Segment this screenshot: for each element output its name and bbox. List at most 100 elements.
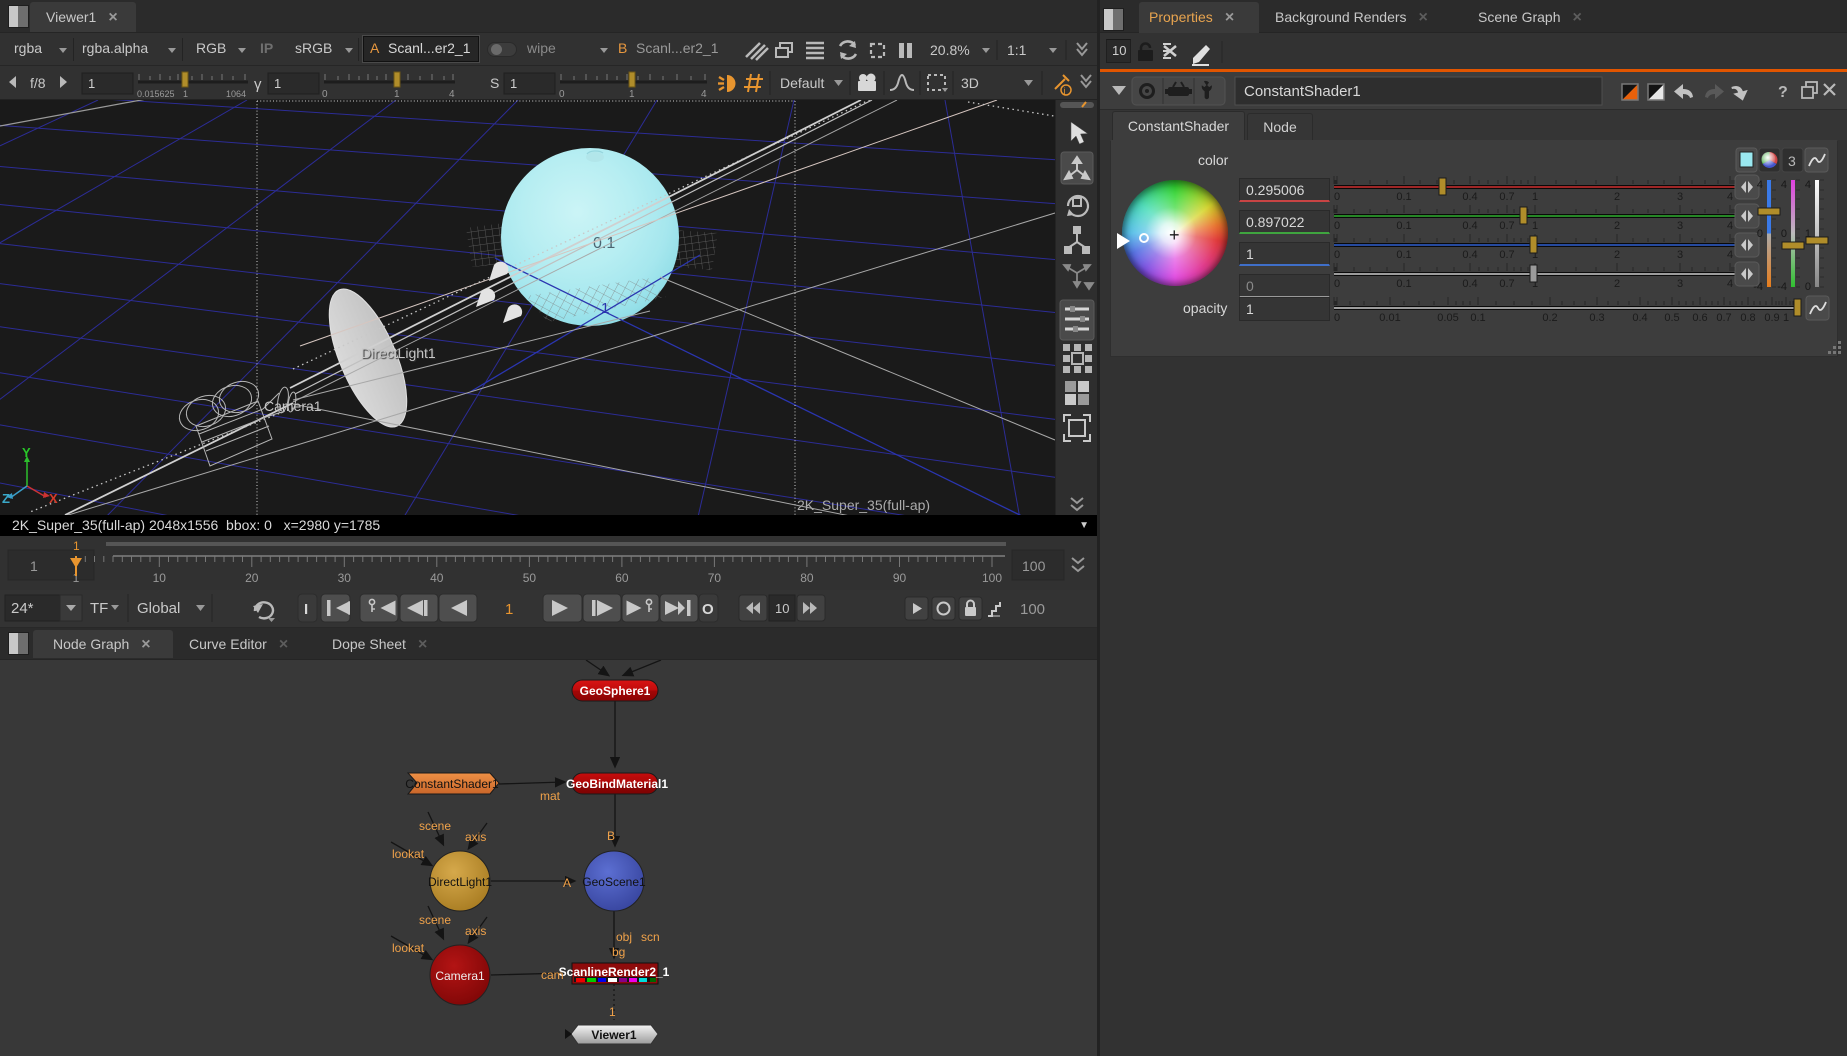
svg-text:GeoBindMaterial1: GeoBindMaterial1 bbox=[566, 777, 668, 791]
svg-text:4: 4 bbox=[1805, 179, 1811, 191]
svg-text:2: 2 bbox=[1614, 249, 1620, 261]
svg-text:0.2: 0.2 bbox=[1542, 312, 1557, 324]
svg-text:2K_Super_35(full-ap): 2K_Super_35(full-ap) bbox=[797, 497, 930, 513]
svg-text:3: 3 bbox=[1677, 278, 1683, 290]
svg-text:scene: scene bbox=[419, 819, 451, 833]
svg-text:lookat: lookat bbox=[392, 847, 425, 861]
svg-text:mat: mat bbox=[540, 789, 561, 803]
svg-text:0.7: 0.7 bbox=[1499, 191, 1514, 203]
svg-text:10: 10 bbox=[775, 601, 789, 616]
svg-text:Global: Global bbox=[137, 600, 180, 617]
svg-text:70: 70 bbox=[708, 571, 722, 585]
svg-text:4: 4 bbox=[1781, 179, 1787, 191]
svg-text:GeoSphere1: GeoSphere1 bbox=[580, 684, 651, 698]
svg-text:0: 0 bbox=[1334, 278, 1340, 290]
svg-text:0: 0 bbox=[1805, 281, 1811, 293]
svg-text:O: O bbox=[702, 601, 714, 618]
svg-text:1: 1 bbox=[73, 539, 80, 553]
svg-text:100: 100 bbox=[1022, 558, 1046, 574]
svg-text:0.4: 0.4 bbox=[1632, 312, 1647, 324]
svg-text:80: 80 bbox=[800, 571, 814, 585]
svg-text:0.1: 0.1 bbox=[1396, 249, 1411, 261]
svg-text:GeoScene1: GeoScene1 bbox=[582, 875, 646, 889]
svg-text:10: 10 bbox=[153, 571, 167, 585]
svg-text:20: 20 bbox=[245, 571, 259, 585]
svg-text:Y: Y bbox=[22, 445, 31, 460]
svg-text:1: 1 bbox=[1783, 312, 1789, 324]
svg-text:0.7: 0.7 bbox=[1499, 249, 1514, 261]
svg-text:lookat: lookat bbox=[392, 941, 425, 955]
svg-text:0: 0 bbox=[1334, 312, 1340, 324]
svg-text:30: 30 bbox=[338, 571, 352, 585]
svg-text:TF: TF bbox=[90, 600, 108, 617]
svg-text:0.5: 0.5 bbox=[1664, 312, 1679, 324]
svg-text:2: 2 bbox=[1614, 220, 1620, 232]
svg-text:0: 0 bbox=[1757, 228, 1763, 240]
svg-text:I: I bbox=[304, 601, 308, 618]
svg-text:0: 0 bbox=[1781, 228, 1787, 240]
svg-text:0.4: 0.4 bbox=[1462, 220, 1477, 232]
svg-text:3: 3 bbox=[1677, 191, 1683, 203]
svg-text:4: 4 bbox=[1727, 278, 1733, 290]
svg-text:100: 100 bbox=[1020, 601, 1045, 618]
svg-text:1: 1 bbox=[1532, 191, 1538, 203]
svg-text:ScanlineRender2_1: ScanlineRender2_1 bbox=[559, 965, 670, 979]
svg-text:0.1: 0.1 bbox=[1470, 312, 1485, 324]
svg-text:100: 100 bbox=[982, 571, 1002, 585]
svg-text:2: 2 bbox=[1614, 191, 1620, 203]
svg-text:A: A bbox=[563, 876, 571, 890]
svg-text:cam: cam bbox=[541, 968, 564, 982]
svg-text:3: 3 bbox=[1677, 220, 1683, 232]
svg-text:0.1: 0.1 bbox=[1396, 191, 1411, 203]
svg-text:0.7: 0.7 bbox=[1499, 220, 1514, 232]
svg-text:Camera1: Camera1 bbox=[435, 969, 485, 983]
svg-text:0.05: 0.05 bbox=[1437, 312, 1458, 324]
svg-text:4: 4 bbox=[1727, 220, 1733, 232]
svg-text:0.4: 0.4 bbox=[1462, 249, 1477, 261]
svg-text:60: 60 bbox=[615, 571, 629, 585]
svg-text:4: 4 bbox=[1757, 179, 1763, 191]
svg-text:1: 1 bbox=[1805, 228, 1811, 240]
svg-text:-4: -4 bbox=[1777, 281, 1787, 293]
svg-text:24*: 24* bbox=[11, 600, 34, 617]
svg-text:1: 1 bbox=[30, 558, 38, 574]
svg-text:axis: axis bbox=[465, 830, 486, 844]
svg-text:2: 2 bbox=[1614, 278, 1620, 290]
svg-text:scene: scene bbox=[419, 913, 451, 927]
svg-text:obj: obj bbox=[616, 930, 632, 944]
svg-text:4: 4 bbox=[1727, 191, 1733, 203]
svg-text:0.3: 0.3 bbox=[1589, 312, 1604, 324]
svg-text:3: 3 bbox=[1788, 153, 1796, 169]
svg-text:0.6: 0.6 bbox=[1692, 312, 1707, 324]
svg-text:scn: scn bbox=[641, 930, 660, 944]
svg-text:B: B bbox=[607, 829, 615, 843]
svg-text:ConstantShader1: ConstantShader1 bbox=[405, 777, 499, 791]
svg-text:X: X bbox=[49, 491, 58, 506]
svg-text:3: 3 bbox=[1677, 249, 1683, 261]
svg-text:0.1: 0.1 bbox=[1396, 220, 1411, 232]
svg-text:0.7: 0.7 bbox=[1716, 312, 1731, 324]
svg-text:Z: Z bbox=[2, 491, 10, 506]
svg-text:90: 90 bbox=[893, 571, 907, 585]
svg-text:0.01: 0.01 bbox=[1379, 312, 1400, 324]
svg-text:DirectLight1: DirectLight1 bbox=[428, 875, 492, 889]
svg-text:Viewer1: Viewer1 bbox=[591, 1028, 636, 1042]
svg-text:40: 40 bbox=[430, 571, 444, 585]
svg-text:0: 0 bbox=[1334, 249, 1340, 261]
svg-text:axis: axis bbox=[465, 924, 486, 938]
svg-text:1: 1 bbox=[609, 1005, 616, 1019]
svg-text:0.7: 0.7 bbox=[1499, 278, 1514, 290]
svg-text:50: 50 bbox=[523, 571, 537, 585]
svg-text:1: 1 bbox=[1532, 220, 1538, 232]
svg-text:0.1: 0.1 bbox=[1396, 278, 1411, 290]
svg-text:0.4: 0.4 bbox=[1462, 191, 1477, 203]
svg-text:1: 1 bbox=[505, 601, 513, 618]
svg-text:0.4: 0.4 bbox=[1462, 278, 1477, 290]
svg-text:0.8: 0.8 bbox=[1740, 312, 1755, 324]
svg-text:-4: -4 bbox=[1753, 281, 1763, 293]
svg-text:0: 0 bbox=[1334, 191, 1340, 203]
svg-text:4: 4 bbox=[1727, 249, 1733, 261]
svg-text:Camera1: Camera1 bbox=[264, 398, 322, 414]
svg-text:0: 0 bbox=[1334, 220, 1340, 232]
svg-text:bg: bg bbox=[612, 945, 625, 959]
